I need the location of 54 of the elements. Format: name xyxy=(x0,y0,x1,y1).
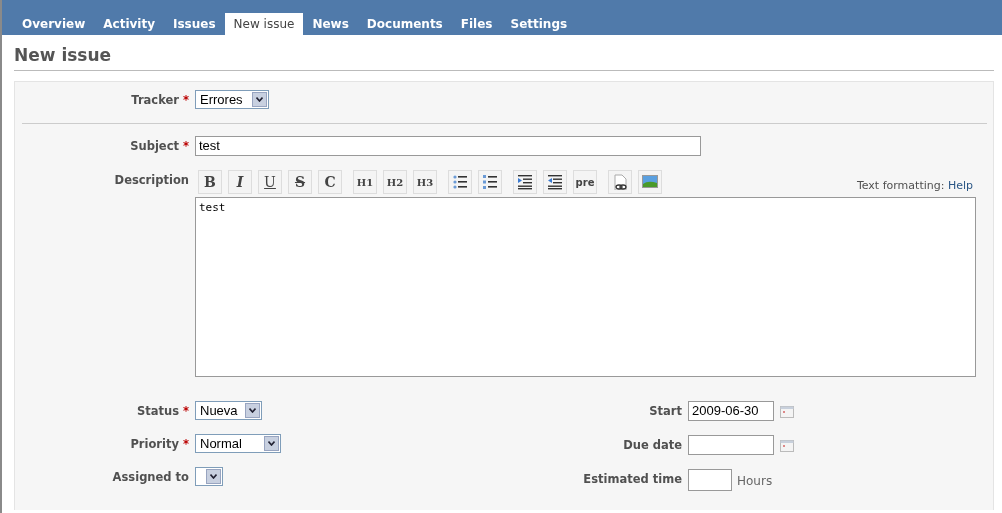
subject-field[interactable]: test xyxy=(195,136,701,156)
tab[interactable]: Documents xyxy=(357,13,452,35)
heading-button[interactable]: H3 xyxy=(413,170,437,194)
field-label: Tracker xyxy=(131,93,179,107)
unit-label: Hours xyxy=(737,473,773,488)
date-field[interactable] xyxy=(688,435,774,455)
field-label: Assigned to xyxy=(112,470,189,484)
toolbar-button[interactable] xyxy=(608,170,632,194)
toolbar-button[interactable] xyxy=(513,170,537,194)
required-mark: * xyxy=(183,404,189,418)
numbered-list-icon xyxy=(482,174,498,190)
select-field[interactable] xyxy=(195,467,223,486)
tab[interactable]: Overview xyxy=(13,13,95,35)
select-field[interactable]: Errores xyxy=(195,90,269,109)
description-field[interactable]: test xyxy=(195,197,976,377)
outdent-icon xyxy=(547,174,563,190)
bullet-list-icon xyxy=(452,174,468,190)
preformatted-button[interactable]: pre xyxy=(573,170,597,194)
required-mark: * xyxy=(183,93,189,107)
select-field[interactable]: Normal xyxy=(195,434,281,453)
field-label: Subject xyxy=(130,139,179,153)
field-label: Description xyxy=(114,173,189,187)
field-label: Estimated time xyxy=(583,472,682,486)
toolbar-button[interactable] xyxy=(543,170,567,194)
help-link[interactable]: Help xyxy=(947,179,973,192)
field-label: Start xyxy=(649,404,682,418)
toolbar-button[interactable] xyxy=(448,170,472,194)
select-field[interactable]: Nueva xyxy=(195,401,262,420)
tab[interactable]: New issue xyxy=(224,13,304,35)
indent-icon xyxy=(517,174,533,190)
required-mark: * xyxy=(183,437,189,451)
underline-button[interactable]: U xyxy=(258,170,282,194)
toolbar-button[interactable] xyxy=(478,170,502,194)
strikethrough-button[interactable]: S xyxy=(288,170,312,194)
required-mark: * xyxy=(183,139,189,153)
image-icon xyxy=(642,174,658,190)
hours-field[interactable] xyxy=(688,469,732,491)
field-label: Due date xyxy=(623,438,682,452)
date-field[interactable]: 2009-06-30 xyxy=(688,401,774,421)
tab[interactable]: Settings xyxy=(501,13,577,35)
field-label: Status xyxy=(136,404,179,418)
heading-button[interactable]: H1 xyxy=(353,170,377,194)
tab[interactable]: Issues xyxy=(164,13,225,35)
tab[interactable]: Files xyxy=(451,13,502,35)
bold-button[interactable]: B xyxy=(198,170,222,194)
tab[interactable]: News xyxy=(303,13,358,35)
italic-button[interactable]: I xyxy=(228,170,252,194)
document-link-icon xyxy=(612,174,628,190)
page-title: New issue xyxy=(14,35,994,71)
code-button[interactable]: C xyxy=(318,170,342,194)
field-label: Priority xyxy=(130,437,179,451)
heading-button[interactable]: H2 xyxy=(383,170,407,194)
help-text: Text formatting: Help xyxy=(856,179,974,194)
tab[interactable]: Activity xyxy=(94,13,164,35)
